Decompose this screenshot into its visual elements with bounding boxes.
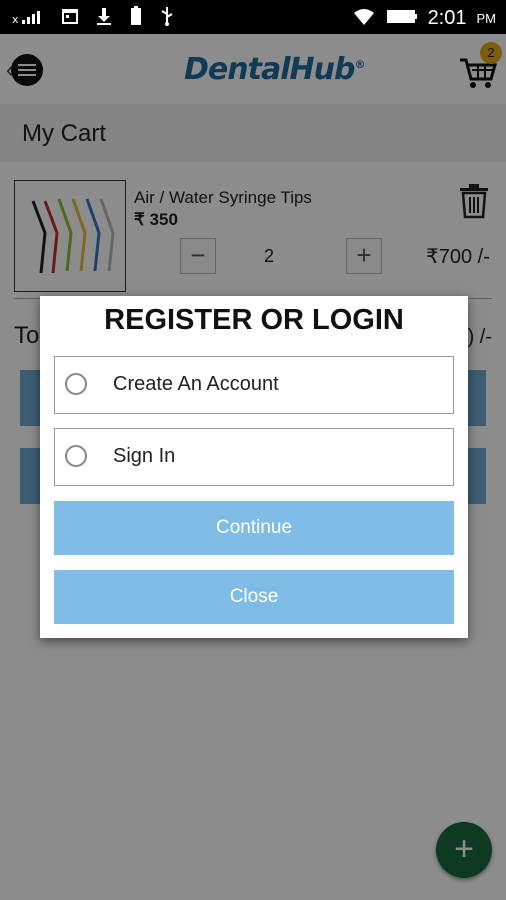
signal-icon: x (12, 6, 46, 31)
usb-icon (158, 6, 176, 31)
sign-in-option[interactable]: Sign In (54, 428, 454, 486)
radio-button-icon[interactable] (65, 445, 87, 467)
sign-in-label: Sign In (113, 445, 176, 467)
create-account-label: Create An Account (113, 373, 279, 395)
clock-ampm: PM (476, 11, 497, 26)
clock-time: 2:01 (427, 7, 467, 29)
create-account-option[interactable]: Create An Account (54, 356, 454, 414)
register-login-dialog: REGISTER OR LOGIN Create An Account Sign… (40, 296, 468, 638)
download-icon (94, 6, 114, 31)
status-icons-left: x (12, 6, 176, 31)
radio-button-icon[interactable] (65, 373, 87, 395)
battery-icon (386, 6, 418, 31)
dialog-title: REGISTER OR LOGIN (104, 304, 404, 336)
signal-x-text: x (12, 13, 19, 26)
status-icons-right: 2:01 PM (352, 6, 496, 31)
calendar-icon (60, 6, 80, 31)
status-bar: x 2:01 PM (0, 0, 506, 34)
wifi-icon (352, 6, 376, 31)
close-button[interactable]: Close (54, 570, 454, 624)
battery-small-icon (128, 6, 144, 31)
continue-button[interactable]: Continue (54, 501, 454, 555)
